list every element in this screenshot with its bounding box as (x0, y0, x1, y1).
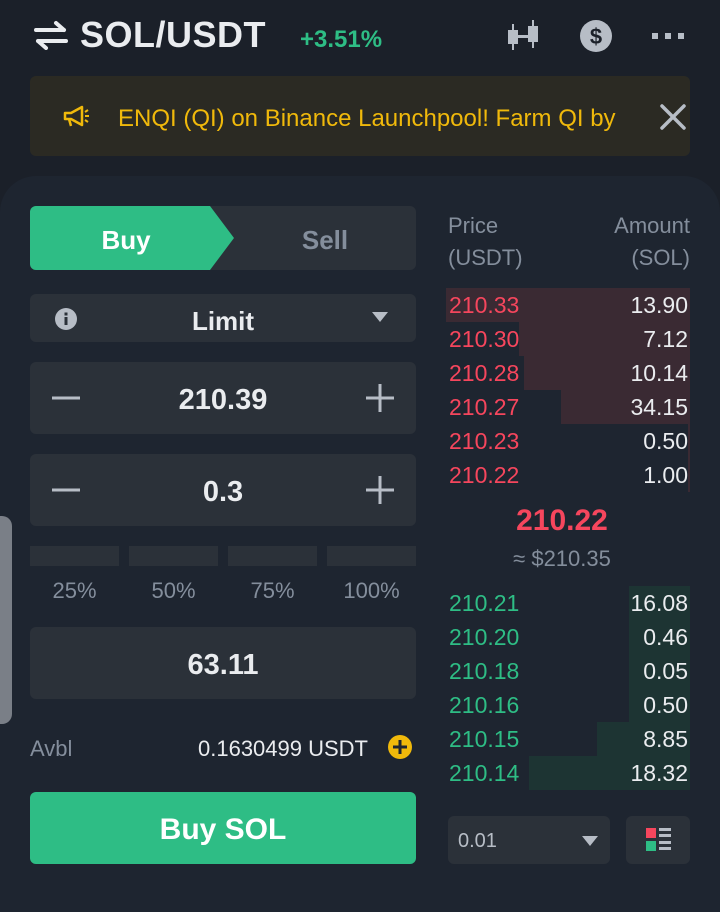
ask-row[interactable]: 210.22 1.00 (446, 458, 690, 492)
price-value[interactable]: 210.39 (90, 384, 356, 417)
megaphone-icon (63, 105, 89, 127)
order-type-label: Limit (191, 306, 255, 336)
ask-amount: 34.15 (630, 394, 688, 420)
precision-select[interactable]: 0.01 (448, 816, 610, 864)
bid-amount: 0.50 (643, 692, 688, 718)
buy-tab[interactable]: Buy (30, 206, 234, 270)
amount-input[interactable]: 0.3 (30, 454, 416, 526)
ask-depth-bar (688, 424, 690, 458)
ask-price: 210.30 (449, 326, 520, 352)
bid-row[interactable]: 210.21 16.08 (446, 586, 690, 620)
ask-depth-bar (688, 458, 690, 492)
ask-price: 210.22 (449, 462, 520, 488)
percent-100-segment[interactable] (327, 546, 416, 566)
ask-row[interactable]: 210.27 34.15 (446, 390, 690, 424)
bid-row[interactable]: 210.20 0.46 (446, 620, 690, 654)
available-balance: 0.1630499 USDT (198, 736, 368, 761)
svg-text:$: $ (590, 24, 602, 49)
price-header: Price (USDT) (448, 210, 523, 274)
percent-75-label[interactable]: 75% (228, 578, 317, 604)
total-value[interactable]: 63.11 (30, 649, 416, 682)
chevron-down-icon (372, 312, 388, 322)
amount-value[interactable]: 0.3 (90, 476, 356, 509)
ask-price: 210.28 (449, 360, 520, 386)
ask-row[interactable]: 210.33 13.90 (446, 288, 690, 322)
ask-row[interactable]: 210.28 10.14 (446, 356, 690, 390)
announcement-text[interactable]: ENQI (QI) on Binance Launchpool! Farm QI… (118, 105, 638, 133)
available-label: Avbl (30, 736, 73, 761)
side-drawer-handle[interactable] (0, 516, 12, 724)
candlestick-chart-icon[interactable] (506, 18, 542, 54)
percent-25-segment[interactable] (30, 546, 119, 566)
ask-price: 210.33 (449, 292, 520, 318)
bid-price: 210.16 (449, 692, 520, 718)
ask-amount: 10.14 (630, 360, 688, 386)
last-price[interactable]: 210.22 (446, 504, 678, 538)
bid-row[interactable]: 210.18 0.05 (446, 654, 690, 688)
buy-sell-toggle: Buy Sell (30, 206, 416, 270)
bid-amount: 0.46 (643, 624, 688, 650)
bid-price: 210.18 (449, 658, 520, 684)
buy-tab-label: Buy (101, 225, 151, 255)
bid-price: 210.14 (449, 760, 520, 786)
header: SOL/USDT +3.51% $ (0, 0, 720, 72)
buy-sol-button[interactable]: Buy SOL (30, 792, 416, 864)
add-funds-icon[interactable] (388, 735, 412, 759)
minus-icon[interactable] (50, 474, 82, 506)
percent-50-segment[interactable] (129, 546, 218, 566)
sell-tab-label: Sell (301, 225, 349, 255)
plus-icon[interactable] (364, 382, 396, 414)
percent-100-label[interactable]: 100% (327, 578, 416, 604)
last-price-usd: ≈ $210.35 (513, 546, 611, 571)
buy-sol-button-label: Buy SOL (159, 813, 287, 846)
ask-amount: 1.00 (643, 462, 688, 488)
sell-tab[interactable]: Sell (234, 206, 416, 270)
ask-amount: 13.90 (630, 292, 688, 318)
price-header-label: Price (448, 213, 499, 238)
price-input[interactable]: 210.39 (30, 362, 416, 434)
announcement-banner[interactable]: ENQI (QI) on Binance Launchpool! Farm QI… (30, 76, 690, 156)
bid-price: 210.21 (449, 590, 520, 616)
chevron-down-icon (582, 836, 598, 846)
bid-amount: 16.08 (630, 590, 688, 616)
ask-row[interactable]: 210.30 7.12 (446, 322, 690, 356)
more-icon[interactable] (650, 18, 686, 54)
dollar-circle-icon[interactable]: $ (578, 18, 614, 54)
plus-icon[interactable] (364, 474, 396, 506)
price-change: +3.51% (300, 26, 383, 53)
bid-price: 210.20 (449, 624, 520, 650)
swap-icon[interactable] (34, 20, 68, 50)
ask-price: 210.27 (449, 394, 520, 420)
percent-25-label[interactable]: 25% (30, 578, 119, 604)
ask-amount: 7.12 (643, 326, 688, 352)
close-icon[interactable] (656, 100, 690, 134)
amount-header-unit: (SOL) (631, 245, 690, 270)
percent-75-segment[interactable] (228, 546, 317, 566)
percent-50-label[interactable]: 50% (129, 578, 218, 604)
bid-amount: 0.05 (643, 658, 688, 684)
total-input[interactable]: 63.11 (30, 627, 416, 699)
precision-value: 0.01 (458, 830, 497, 852)
minus-icon[interactable] (50, 382, 82, 414)
ask-row[interactable]: 210.23 0.50 (446, 424, 690, 458)
bid-price: 210.15 (449, 726, 520, 752)
bid-amount: 8.85 (643, 726, 688, 752)
ask-amount: 0.50 (643, 428, 688, 454)
order-type-select[interactable]: Limit (30, 294, 416, 342)
bid-row[interactable]: 210.16 0.50 (446, 688, 690, 722)
orderbook-layout-icon (646, 828, 671, 851)
amount-header: Amount (SOL) (560, 210, 690, 274)
price-header-unit: (USDT) (448, 245, 523, 270)
ask-price: 210.23 (449, 428, 520, 454)
amount-header-label: Amount (614, 213, 690, 238)
pair-title[interactable]: SOL/USDT (80, 14, 266, 56)
bid-row[interactable]: 210.14 18.32 (446, 756, 690, 790)
bid-row[interactable]: 210.15 8.85 (446, 722, 690, 756)
bid-amount: 18.32 (630, 760, 688, 786)
orderbook-layout-button[interactable] (626, 816, 690, 864)
